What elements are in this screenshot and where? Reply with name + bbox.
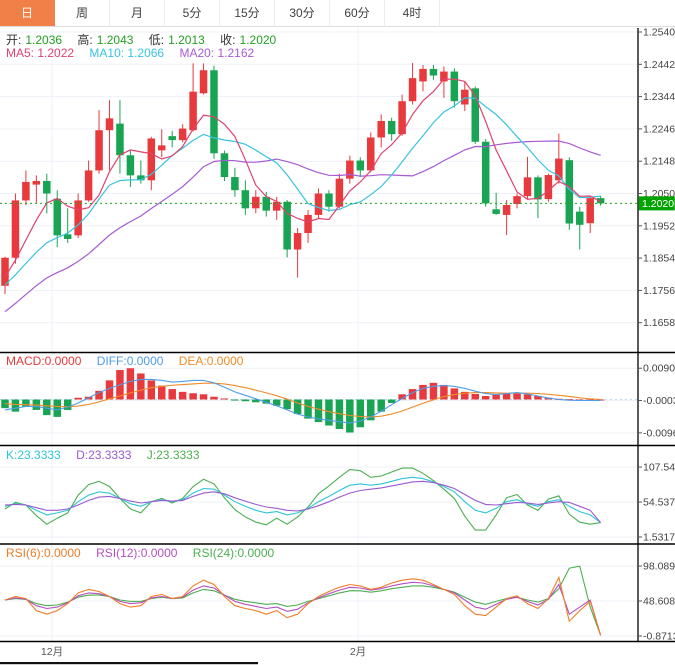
candle-body: [200, 70, 208, 93]
candle-body: [388, 121, 396, 134]
macd-bar: [388, 400, 396, 403]
price-axis-label: 1.2246: [643, 123, 675, 135]
rsi-axis-label: -0.8713: [643, 631, 675, 643]
candle-body: [503, 205, 511, 215]
candle-body: [158, 145, 166, 150]
price-axis-label: 1.1658: [643, 317, 675, 329]
candle-body: [357, 161, 365, 171]
macd-bar: [231, 400, 239, 401]
candle-body: [283, 202, 291, 250]
macd-bar: [200, 394, 208, 399]
candle-body: [304, 215, 312, 233]
x-axis-label: 2月: [350, 646, 366, 658]
price-axis-label: 1.1854: [643, 253, 675, 265]
candle-body: [419, 69, 427, 82]
candle-body: [210, 70, 218, 153]
candle-body: [492, 209, 500, 214]
candle-body: [33, 181, 41, 185]
price-axis-label: 1.2344: [643, 91, 675, 103]
macd-axis-label: -0.0096: [643, 427, 675, 439]
ma5-line: [5, 79, 601, 277]
candle-body: [106, 118, 114, 130]
rsi-axis-label: 98.0891: [643, 561, 675, 573]
macd-bar: [221, 398, 229, 399]
rsi-axis-label: 48.6089: [643, 596, 675, 608]
macd-bar: [137, 373, 145, 399]
macd-axis-label: -0.0003: [643, 395, 675, 407]
macd-bar: [148, 380, 156, 399]
macd-bar: [210, 397, 218, 400]
candle-body: [127, 155, 134, 175]
candle-body: [64, 234, 71, 239]
macd-bar: [127, 368, 134, 399]
x-axis-label: 12月: [41, 646, 63, 658]
macd-bar: [242, 400, 250, 402]
candle-body: [482, 142, 490, 204]
candle-body: [315, 194, 323, 215]
diff-line: [5, 379, 601, 423]
macd-bar: [22, 400, 30, 407]
candle-body: [545, 175, 553, 199]
candle-body: [586, 198, 594, 223]
macd-bar: [524, 394, 532, 399]
candle-body: [22, 182, 30, 200]
current-price-badge-text: 1.2020: [642, 198, 674, 210]
price-axis-label: 1.2540: [643, 27, 675, 39]
candle-body: [85, 170, 93, 200]
price-axis-label: 1.2442: [643, 59, 675, 71]
macd-bar: [492, 395, 500, 400]
candle-body: [451, 72, 459, 102]
price-axis-label: 1.1756: [643, 285, 675, 297]
candle-body: [252, 197, 259, 209]
candle-body: [242, 190, 250, 208]
candle-body: [231, 177, 239, 190]
kdj-axis-label: 1.5317: [643, 532, 675, 544]
macd-bar: [482, 396, 490, 399]
macd-bar: [12, 400, 20, 412]
macd-bar: [179, 392, 187, 400]
candle-body: [409, 78, 417, 101]
macd-axis-label: 0.0090: [643, 363, 675, 375]
price-axis-label: 1.1952: [643, 220, 675, 232]
macd-bar: [430, 383, 438, 400]
macd-bar: [283, 400, 291, 410]
macd-bar: [189, 393, 197, 399]
kdj-axis-label: 107.5439: [643, 462, 675, 474]
trading-chart-app: 日 周 月 5分 15分 30分 60分 4时 开:1.2036 高:1.204…: [0, 0, 675, 665]
macd-bar: [74, 398, 82, 400]
macd-bar: [168, 389, 176, 399]
ma10-line: [5, 98, 601, 285]
kdj-axis-label: 54.5378: [643, 497, 675, 509]
candle-body: [43, 181, 51, 194]
candle-body: [524, 177, 532, 196]
chart-canvas[interactable]: 1.25401.24421.23441.22461.21481.20501.19…: [0, 0, 675, 665]
k-line: [5, 477, 601, 522]
candle-body: [325, 194, 333, 207]
candle-body: [74, 200, 82, 235]
candle-body: [12, 200, 20, 257]
price-axis-label: 1.2148: [643, 156, 675, 168]
candle-body: [555, 159, 563, 181]
partial-bottom-border: [0, 662, 258, 664]
candle-body: [168, 136, 176, 140]
candle-body: [377, 121, 385, 137]
candle-body: [576, 212, 584, 225]
macd-bar: [357, 400, 365, 428]
candle-body: [294, 233, 302, 249]
macd-bar: [54, 400, 62, 417]
candle-body: [116, 124, 124, 156]
ma20-line: [5, 141, 601, 312]
macd-bar: [158, 386, 166, 400]
candle-body: [179, 129, 187, 141]
candle-body: [221, 153, 229, 177]
candle-body: [54, 199, 62, 236]
candle-body: [461, 90, 469, 105]
candle-body: [95, 130, 103, 170]
macd-bar: [419, 385, 427, 400]
candle-body: [346, 161, 354, 179]
macd-bar: [472, 394, 480, 400]
candle-body: [430, 69, 438, 76]
candle-body: [513, 196, 521, 204]
